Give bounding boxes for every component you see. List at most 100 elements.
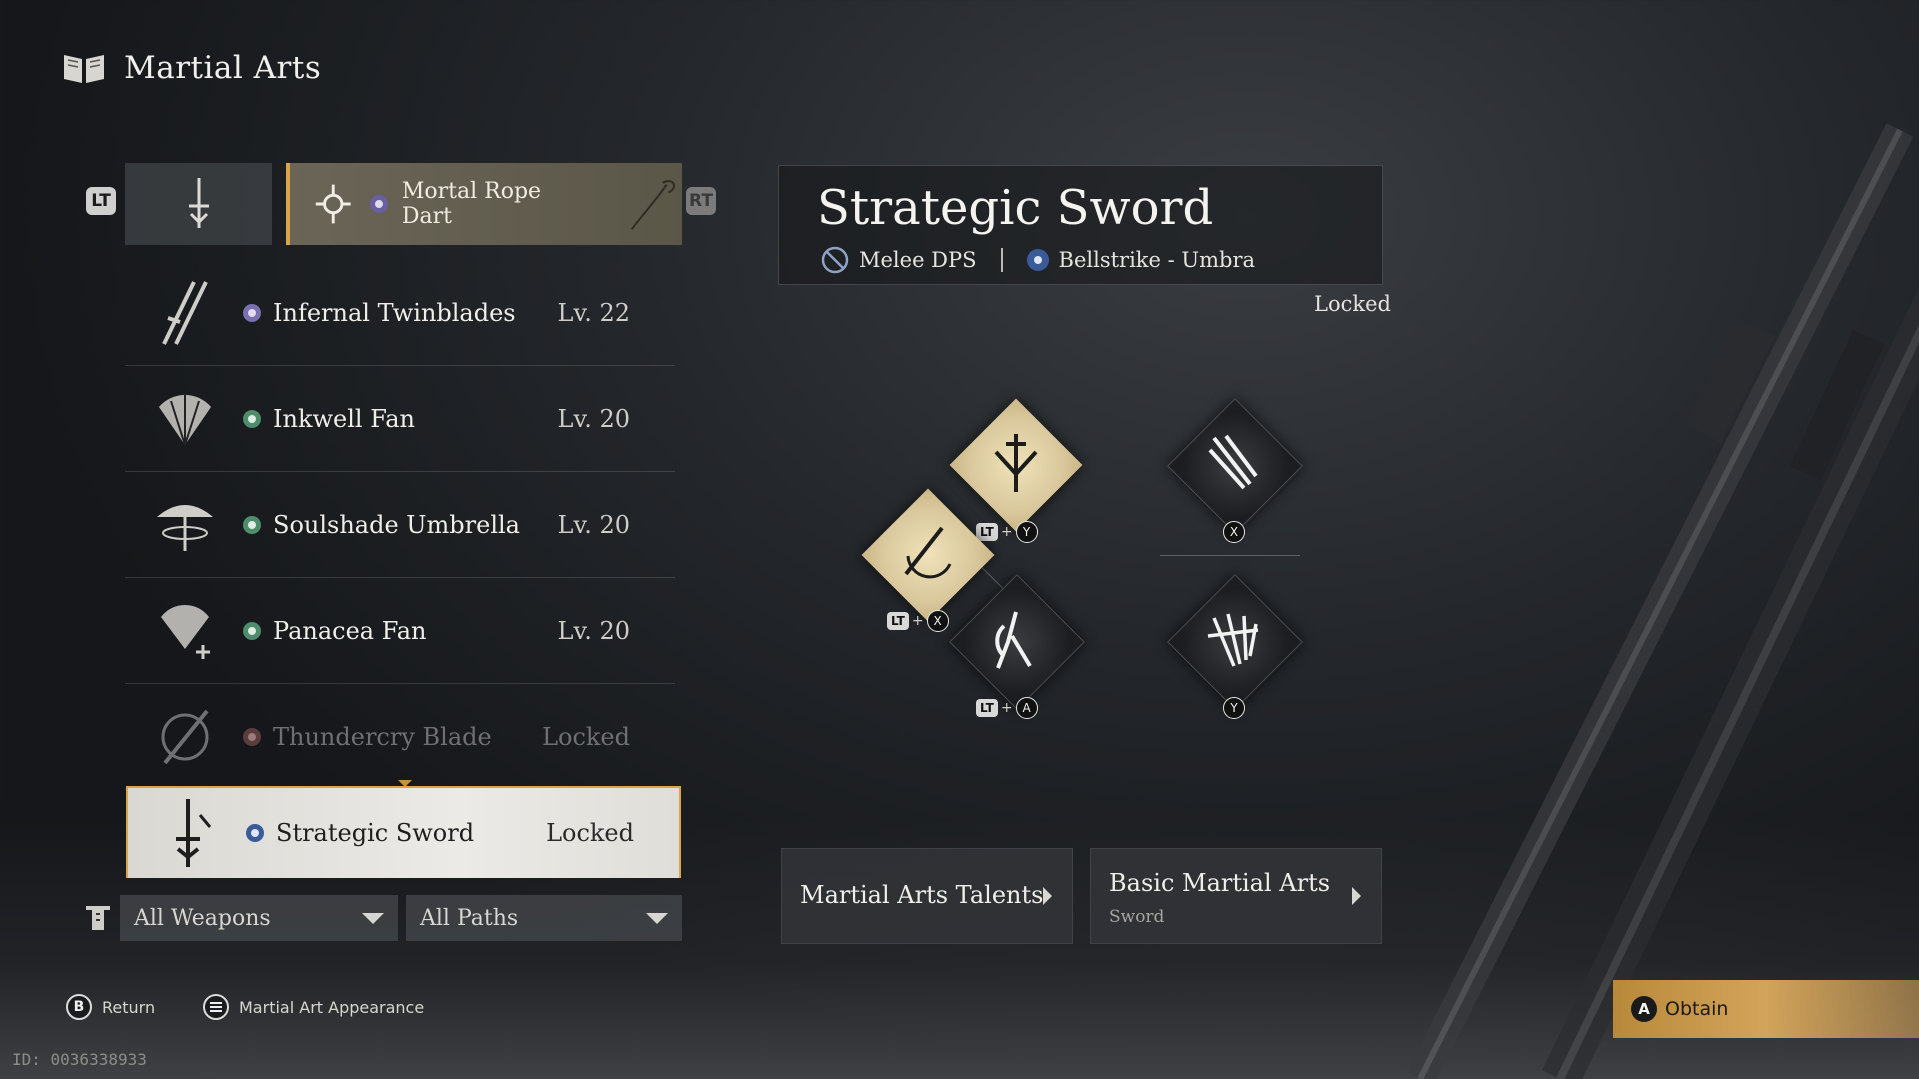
card-title: Basic Martial Arts <box>1109 869 1331 897</box>
detail-meta: Melee DPS Bellstrike - Umbra <box>821 246 1255 274</box>
weapon-name: Infernal Twinblades <box>273 298 516 327</box>
appearance-action[interactable]: Martial Art Appearance <box>203 994 424 1020</box>
card-title: Martial Arts Talents <box>800 881 1044 909</box>
a-button: A <box>1015 697 1038 719</box>
weapon-level: Lv. 20 <box>557 616 630 645</box>
skill-right-top-binding: X <box>1223 521 1245 543</box>
role-icon <box>821 246 849 274</box>
return-action[interactable]: B Return <box>66 994 155 1020</box>
return-label: Return <box>102 997 156 1017</box>
dropdown-label: All Weapons <box>134 905 271 931</box>
divider <box>1000 248 1003 272</box>
skill-center[interactable] <box>949 574 1085 710</box>
list-item[interactable]: Soulshade Umbrella Lv. 20 <box>125 472 675 578</box>
detail-title: Strategic Sword <box>817 180 1214 236</box>
fan-heal-icon <box>161 604 210 659</box>
figure-slash-icon <box>995 611 1032 669</box>
martial-arts-talents-card[interactable]: Martial Arts Talents <box>781 848 1073 944</box>
sword-category-icon <box>188 178 209 228</box>
claw-slash-icon <box>1207 613 1259 667</box>
sword-arc-icon <box>904 526 952 579</box>
rope-dart-icon <box>315 184 351 224</box>
role-label: Melee DPS <box>859 248 977 272</box>
obtain-button[interactable]: A Obtain <box>1613 980 1919 1038</box>
path-label: Bellstrike - Umbra <box>1058 248 1256 272</box>
twinblades-icon <box>162 280 208 345</box>
path-badge-icon <box>246 824 264 842</box>
dropdown-label: All Paths <box>420 905 519 931</box>
tab-label: Mortal Rope Dart <box>401 179 542 229</box>
header: Martial Arts <box>62 50 321 86</box>
skill-right-top[interactable] <box>1167 398 1303 534</box>
list-item[interactable]: Panacea Fan Lv. 20 <box>125 578 675 684</box>
weapon-name: Inkwell Fan <box>273 404 415 433</box>
path-badge-icon <box>243 621 261 640</box>
weapon-level: Locked <box>542 722 630 751</box>
chevron-right-icon <box>1352 887 1361 905</box>
chevron-right-icon <box>1043 887 1052 905</box>
weapon-level: Lv. 20 <box>557 404 630 433</box>
weapon-level: Lv. 22 <box>557 298 630 327</box>
weapon-level: Locked <box>546 819 634 847</box>
skill-right-bottom[interactable] <box>1167 574 1303 710</box>
skill-center-binding: LT + A <box>976 697 1038 719</box>
b-button: B <box>66 994 92 1020</box>
lt-button: LT <box>887 612 909 630</box>
list-item-selected[interactable]: Strategic Sword Locked <box>126 786 681 878</box>
path-badge-icon <box>243 409 261 428</box>
path-badge-icon <box>243 727 261 746</box>
x-button: X <box>926 610 949 632</box>
skill-left[interactable] <box>861 488 995 622</box>
basic-martial-arts-card[interactable]: Basic Martial Arts Sword <box>1090 848 1382 944</box>
appearance-label: Martial Art Appearance <box>239 997 425 1017</box>
weapon-name: Panacea Fan <box>273 616 427 645</box>
y-button: Y <box>1223 697 1245 719</box>
weapon-level: Lv. 20 <box>557 510 630 539</box>
x-button: X <box>1223 521 1245 543</box>
path-badge-icon <box>1026 249 1049 271</box>
list-item[interactable]: Thundercry Blade Locked <box>125 684 675 790</box>
sword-artwork <box>1406 123 1919 1079</box>
lt-button: LT <box>976 523 998 541</box>
book-icon <box>64 55 104 83</box>
paths-filter-dropdown[interactable]: All Paths <box>406 895 682 941</box>
rt-bumper[interactable]: RT <box>686 187 716 215</box>
weapon-list: Infernal Twinblades Lv. 22 Inkwell Fan L… <box>125 260 675 790</box>
plus-icon: + <box>1000 700 1013 716</box>
path-badge-icon <box>243 515 261 534</box>
sword-strike-icon <box>994 434 1038 492</box>
player-id: ID: 0036338933 <box>12 1050 147 1069</box>
path-badge-icon <box>243 303 261 322</box>
tab-mortal-rope-dart[interactable]: Mortal Rope Dart <box>286 163 682 245</box>
umbrella-icon <box>157 504 213 551</box>
a-button: A <box>1631 996 1657 1022</box>
plus-icon: + <box>1000 524 1013 540</box>
status-label: Locked <box>1314 292 1391 316</box>
card-subtitle: Sword <box>1109 907 1165 927</box>
triple-slash-icon <box>1208 434 1258 490</box>
weapon-name: Soulshade Umbrella <box>273 510 520 539</box>
path-badge-icon <box>370 195 388 213</box>
fan-icon <box>159 394 211 445</box>
skill-top[interactable] <box>949 398 1083 532</box>
lt-button: LT <box>976 699 998 717</box>
weapon-name: Strategic Sword <box>276 819 475 847</box>
list-item[interactable]: Inkwell Fan Lv. 20 <box>125 366 675 472</box>
chevron-down-icon <box>362 912 384 924</box>
plus-icon: + <box>911 613 924 629</box>
list-item[interactable]: Infernal Twinblades Lv. 22 <box>125 260 675 366</box>
y-button: Y <box>1015 521 1038 543</box>
weapon-name: Thundercry Blade <box>273 722 492 751</box>
skill-right-bottom-binding: Y <box>1223 697 1245 719</box>
chevron-down-icon <box>646 912 668 924</box>
skill-top-binding: LT + Y <box>976 521 1038 543</box>
page-title: Martial Arts <box>124 50 322 86</box>
lt-bumper[interactable]: LT <box>86 187 116 215</box>
skill-connector <box>1160 555 1300 556</box>
skill-left-binding: LT + X <box>887 610 949 632</box>
tab-sword-category[interactable] <box>125 163 272 245</box>
weapon-detail-panel: Strategic Sword Melee DPS Bellstrike - U… <box>778 165 1383 285</box>
weapons-filter-dropdown[interactable]: All Weapons <box>120 895 398 941</box>
menu-icon <box>203 994 229 1020</box>
filter-icon[interactable] <box>82 902 114 934</box>
